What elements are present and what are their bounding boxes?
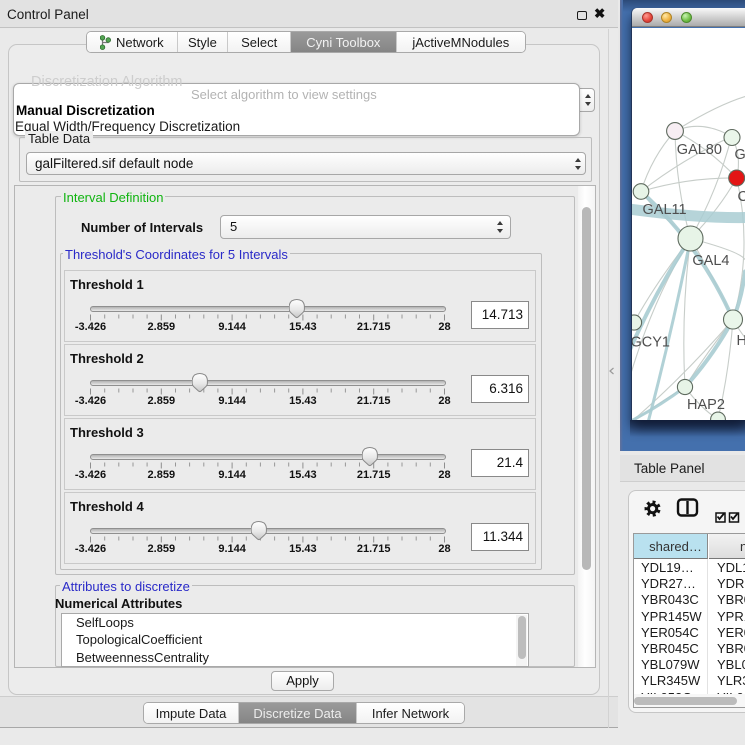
svg-text:GAL80: GAL80	[677, 142, 722, 158]
svg-text:HAP2: HAP2	[687, 397, 725, 413]
svg-text:G.: G.	[735, 147, 745, 163]
svg-text:GCY1: GCY1	[632, 335, 670, 351]
svg-text:GAL4: GAL4	[692, 253, 729, 269]
svg-text:C: C	[738, 189, 745, 205]
svg-text:H: H	[737, 333, 745, 349]
svg-text:GAL11: GAL11	[643, 202, 687, 218]
